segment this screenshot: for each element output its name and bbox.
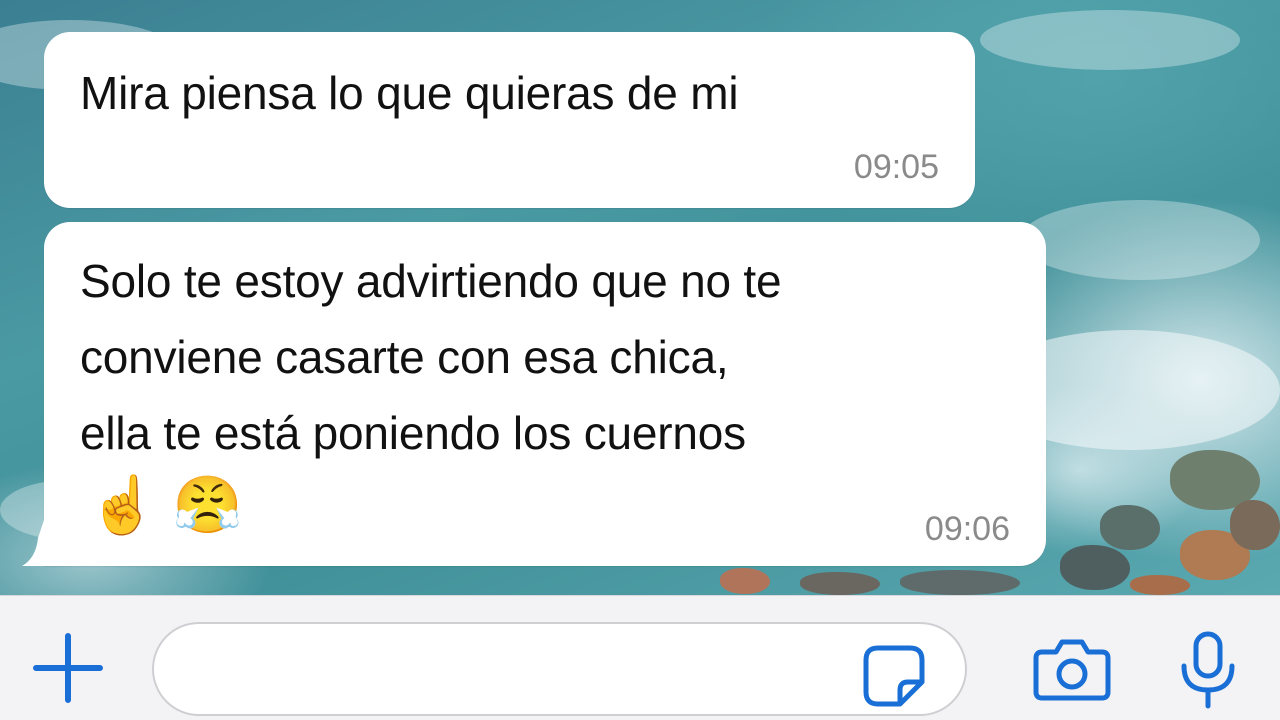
message-timestamp: 09:05: [853, 148, 939, 186]
wallpaper-rock: [720, 568, 770, 594]
incoming-message-bubble[interactable]: Mira piensa lo que quieras de mi 09:05: [44, 32, 975, 208]
wallpaper-rock: [800, 572, 880, 595]
wallpaper-rock: [1100, 505, 1160, 550]
incoming-message-bubble[interactable]: Solo te estoy advirtiendo que no te conv…: [44, 222, 1046, 566]
message-text-line: Solo te estoy advirtiendo que no te: [80, 255, 782, 307]
message-text-line: conviene casarte con esa chica,: [80, 331, 729, 383]
wallpaper-foam: [980, 10, 1240, 70]
message-text-line: ella te está poniendo los cuernos: [80, 407, 746, 459]
plus-icon[interactable]: [32, 632, 104, 704]
wallpaper-rock: [900, 570, 1020, 595]
message-input[interactable]: [152, 622, 967, 716]
wallpaper-rock: [1060, 545, 1130, 590]
camera-icon[interactable]: [1032, 636, 1112, 702]
sticker-icon[interactable]: [862, 644, 926, 708]
message-emoji: ☝️ 😤: [88, 473, 243, 536]
composer-bar: [0, 595, 1280, 720]
message-text: Mira piensa lo que quieras de mi: [80, 67, 739, 119]
wallpaper-rock: [1130, 575, 1190, 595]
wallpaper-rock: [1230, 500, 1280, 550]
microphone-icon[interactable]: [1178, 630, 1238, 710]
message-timestamp: 09:06: [924, 510, 1010, 548]
wallpaper-foam: [1020, 200, 1260, 280]
bubble-tail: [22, 520, 44, 566]
